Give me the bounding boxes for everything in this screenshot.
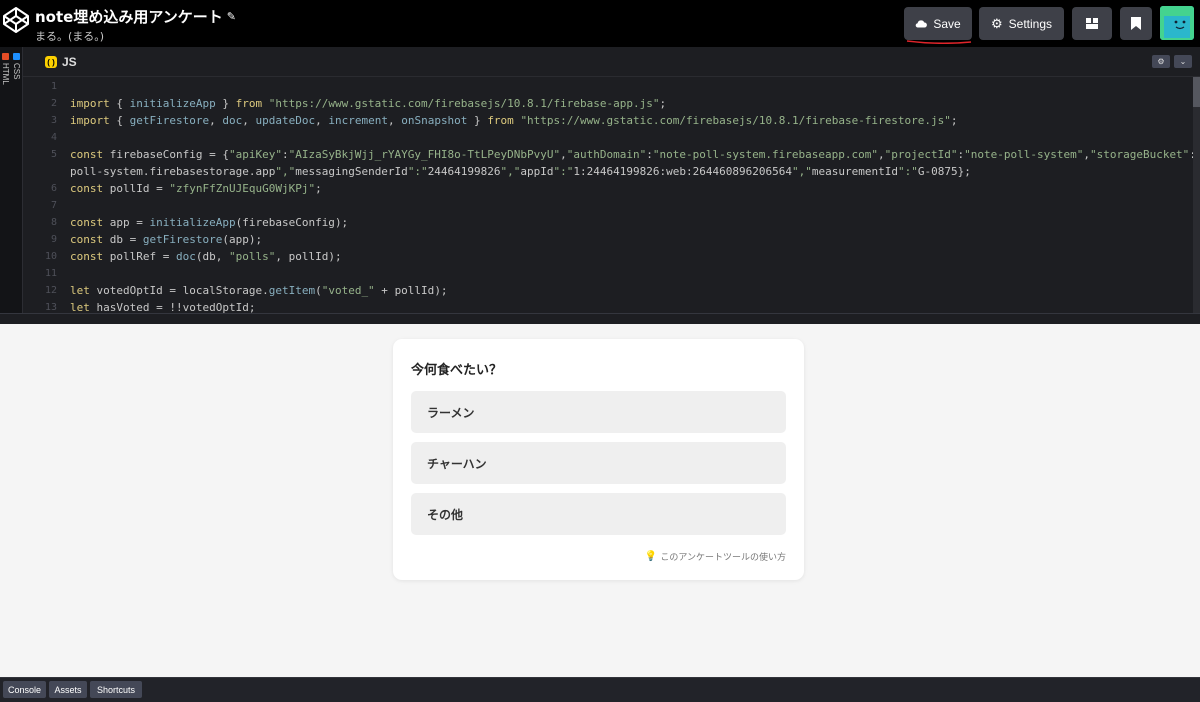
code-line[interactable]: 8 const app = initializeApp(firebaseConfi… bbox=[23, 214, 1183, 231]
js-code-area[interactable]: 1 2 import { initializeApp } from "https:/… bbox=[23, 77, 1193, 313]
line-number: 1 bbox=[50, 81, 57, 92]
code-line[interactable]: 3 import { getFirestore, doc, updateDoc, … bbox=[23, 112, 1183, 129]
pen-title[interactable]: note埋め込み用アンケート ✎ bbox=[35, 6, 236, 27]
code-text: let votedOptId = localStorage.getItem("v… bbox=[70, 284, 448, 297]
line-number: 9 bbox=[50, 234, 57, 245]
code-text: let hasVoted = !!votedOptId; bbox=[70, 301, 256, 313]
poll-option[interactable]: チャーハン bbox=[411, 442, 786, 484]
js-icon: ( ) bbox=[45, 56, 57, 68]
help-link-label[interactable]: このアンケートツールの使い方 bbox=[660, 550, 786, 563]
code-line[interactable]: 10 const pollRef = doc(db, "polls", pollI… bbox=[23, 248, 1183, 265]
css-icon bbox=[13, 53, 20, 60]
gear-icon: ⚙ bbox=[990, 15, 1003, 31]
pen-title-text[interactable]: note埋め込み用アンケート bbox=[35, 6, 223, 27]
change-view-button[interactable] bbox=[1072, 7, 1112, 40]
pane-resizer[interactable] bbox=[0, 313, 1200, 324]
assets-button[interactable]: Assets bbox=[49, 681, 87, 698]
line-number: 12 bbox=[44, 285, 57, 296]
line-number: 4 bbox=[50, 132, 57, 143]
pin-button[interactable] bbox=[1120, 7, 1152, 40]
edit-pencil-icon[interactable]: ✎ bbox=[227, 10, 236, 23]
css-tab-label: CSS bbox=[12, 63, 21, 80]
code-text: poll-system.firebasestorage.app","messag… bbox=[70, 165, 971, 178]
user-avatar[interactable] bbox=[1160, 6, 1194, 40]
codepen-logo-icon[interactable] bbox=[2, 6, 30, 34]
code-line[interactable]: 7 bbox=[23, 197, 1183, 214]
code-text: const pollRef = doc(db, "polls", pollId)… bbox=[70, 250, 342, 263]
html-tab-label: HTML bbox=[1, 63, 10, 85]
top-bar: note埋め込み用アンケート ✎ まる。(まる。) Save ⚙ Setting… bbox=[0, 0, 1200, 47]
poll-card: 今何食べたい？ ラーメン チャーハン その他 💡 このアンケートツールの使い方 bbox=[393, 339, 804, 580]
code-line[interactable]: 2 import { initializeApp } from "https://… bbox=[23, 95, 1183, 112]
code-text: const pollId = "zfynFfZnUJEquG0WjKPj"; bbox=[70, 182, 322, 195]
save-button[interactable]: Save bbox=[904, 7, 972, 40]
line-number: 3 bbox=[50, 115, 57, 126]
line-number: 13 bbox=[44, 302, 57, 313]
css-tab-collapsed[interactable]: CSS bbox=[12, 53, 21, 79]
editor-scroll-thumb[interactable] bbox=[1193, 77, 1200, 107]
pen-author[interactable]: まる。(まる。) bbox=[35, 28, 236, 44]
code-line[interactable]: 9 const db = getFirestore(app); bbox=[23, 231, 1183, 248]
editor-scrollbar[interactable] bbox=[1193, 77, 1200, 313]
chevron-down-icon[interactable]: ⌄ bbox=[1174, 55, 1192, 68]
code-line[interactable]: 6 const pollId = "zfynFfZnUJEquG0WjKPj"; bbox=[23, 180, 1183, 197]
js-editor-header: ( ) JS ⚙ ⌄ bbox=[23, 47, 1200, 77]
editor-settings-gear-icon[interactable]: ⚙ bbox=[1152, 55, 1170, 68]
js-tab-label: JS bbox=[62, 55, 77, 69]
code-line[interactable]: poll-system.firebasestorage.app","messag… bbox=[23, 163, 1183, 180]
bookmark-icon bbox=[1131, 17, 1141, 30]
avatar-face-icon bbox=[1160, 6, 1194, 40]
code-text: const db = getFirestore(app); bbox=[70, 233, 263, 246]
code-line[interactable]: 13 let hasVoted = !!votedOptId; bbox=[23, 299, 1183, 313]
code-line[interactable]: 12 let votedOptId = localStorage.getItem(… bbox=[23, 282, 1183, 299]
code-text: const app = initializeApp(firebaseConfig… bbox=[70, 216, 349, 229]
line-number: 6 bbox=[50, 183, 57, 194]
result-preview: 今何食べたい？ ラーメン チャーハン その他 💡 このアンケートツールの使い方 bbox=[0, 324, 1200, 677]
code-line[interactable]: 5 const firebaseConfig = {"apiKey":"AIzaS… bbox=[23, 146, 1193, 163]
lightbulb-icon: 💡 bbox=[644, 551, 658, 562]
code-text: const firebaseConfig = {"apiKey":"AIzaSy… bbox=[70, 148, 1193, 161]
bottom-bar: Console Assets Shortcuts bbox=[0, 677, 1200, 702]
save-underline-mark bbox=[906, 40, 972, 44]
help-link[interactable]: 💡 このアンケートツールの使い方 bbox=[645, 550, 786, 563]
shortcuts-button[interactable]: Shortcuts bbox=[90, 681, 142, 698]
save-label: Save bbox=[933, 16, 961, 31]
pen-title-block: note埋め込み用アンケート ✎ まる。(まる。) bbox=[35, 6, 236, 44]
code-line[interactable]: 1 bbox=[23, 78, 1183, 95]
html-icon bbox=[2, 53, 9, 60]
code-line[interactable]: 4 bbox=[23, 129, 1183, 146]
line-number: 10 bbox=[44, 251, 57, 262]
cloud-icon bbox=[916, 20, 928, 28]
code-text: import { initializeApp } from "https://w… bbox=[70, 97, 667, 110]
editor-panel: HTML CSS ( ) JS ⚙ ⌄ 1 2 import { initializ… bbox=[0, 47, 1200, 313]
line-number: 11 bbox=[44, 268, 57, 279]
line-number: 8 bbox=[50, 217, 57, 228]
line-number: 5 bbox=[50, 149, 57, 160]
settings-label: Settings bbox=[1008, 16, 1052, 31]
line-number: 7 bbox=[50, 200, 57, 211]
settings-button[interactable]: ⚙ Settings bbox=[979, 7, 1064, 40]
html-tab-collapsed[interactable]: HTML bbox=[1, 53, 10, 85]
code-text: import { getFirestore, doc, updateDoc, i… bbox=[70, 114, 958, 127]
poll-option[interactable]: ラーメン bbox=[411, 391, 786, 433]
poll-option[interactable]: その他 bbox=[411, 493, 786, 535]
layout-grid-icon bbox=[1086, 18, 1098, 29]
code-line[interactable]: 11 bbox=[23, 265, 1183, 282]
console-button[interactable]: Console bbox=[3, 681, 46, 698]
js-tab[interactable]: ( ) JS bbox=[45, 55, 77, 69]
poll-question: 今何食べたい？ bbox=[411, 363, 503, 378]
line-number: 2 bbox=[50, 98, 57, 109]
collapsed-editor-tabs: HTML CSS bbox=[0, 47, 23, 313]
